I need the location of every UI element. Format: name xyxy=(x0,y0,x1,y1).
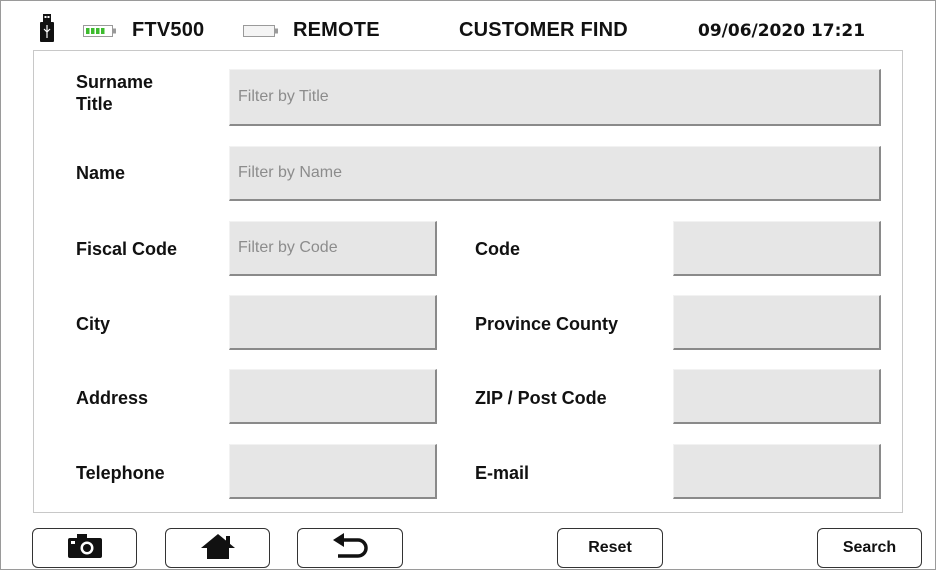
battery-full-icon xyxy=(83,24,117,42)
telephone-input[interactable] xyxy=(229,444,437,499)
battery-empty-icon xyxy=(243,24,279,42)
camera-icon xyxy=(67,533,102,563)
address-label: Address xyxy=(76,388,149,408)
search-button[interactable]: Search xyxy=(817,528,922,568)
email-label: E-mail xyxy=(475,463,530,483)
province-county-label: Province County xyxy=(475,314,619,334)
name-input[interactable] xyxy=(229,146,881,201)
zip-post-code-input[interactable] xyxy=(673,369,881,424)
city-input[interactable] xyxy=(229,295,437,350)
name-label: Name xyxy=(76,163,126,183)
address-input[interactable] xyxy=(229,369,437,424)
zip-post-code-label: ZIP / Post Code xyxy=(475,388,607,408)
surname-title-input[interactable] xyxy=(229,69,881,126)
reset-button[interactable]: Reset xyxy=(557,528,663,568)
code-label: Code xyxy=(475,239,520,259)
code-input[interactable] xyxy=(673,221,881,276)
telephone-label: Telephone xyxy=(76,463,165,483)
home-icon xyxy=(200,533,236,564)
home-button[interactable] xyxy=(165,528,270,568)
back-button[interactable] xyxy=(297,528,403,568)
city-label: City xyxy=(76,314,111,334)
device-name: FTV500 xyxy=(132,19,205,41)
province-county-input[interactable] xyxy=(673,295,881,350)
screenshot-button[interactable] xyxy=(32,528,137,568)
screen-title: CUSTOMER FIND xyxy=(459,19,628,41)
email-input[interactable] xyxy=(673,444,881,499)
back-arrow-icon xyxy=(332,532,368,564)
connection-mode: REMOTE xyxy=(293,19,380,41)
fiscal-code-label: Fiscal Code xyxy=(76,239,178,259)
date-time: 09/06/2020 17:21 xyxy=(698,21,866,41)
surname-title-label: Surname Title xyxy=(76,72,154,114)
usb-icon xyxy=(40,14,54,49)
fiscal-code-input[interactable] xyxy=(229,221,437,276)
